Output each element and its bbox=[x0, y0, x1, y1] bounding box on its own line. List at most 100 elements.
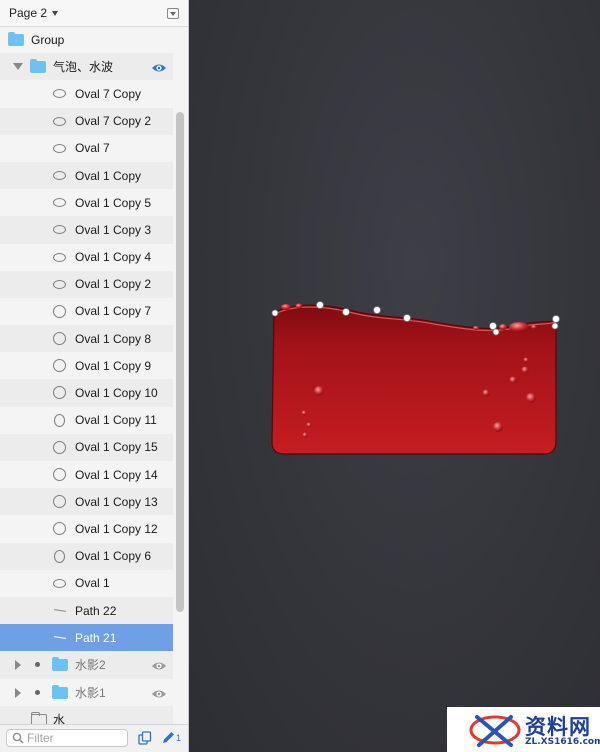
hidden-dot-icon bbox=[35, 689, 40, 695]
layer-row[interactable]: Oval 7 bbox=[0, 135, 173, 162]
layer-name: Oval 1 Copy 12 bbox=[75, 521, 158, 536]
layer-name: Oval 1 Copy 9 bbox=[75, 358, 152, 373]
layer-row[interactable]: Oval 7 Copy bbox=[0, 80, 173, 107]
layer-row[interactable]: 水影1 bbox=[0, 679, 173, 706]
layer-name: Oval 1 Copy 2 bbox=[75, 277, 152, 292]
layer-name: Oval 1 Copy bbox=[75, 168, 142, 183]
oval-icon bbox=[53, 386, 66, 400]
eye-icon[interactable] bbox=[151, 62, 167, 72]
layer-row[interactable]: Oval 1 Copy 11 bbox=[0, 407, 173, 434]
layer-row[interactable]: Group bbox=[0, 26, 173, 53]
page-header: Page 2 bbox=[0, 0, 188, 27]
page-selector-label: Page 2 bbox=[9, 6, 48, 20]
watermark: 资料网 ZL.XS1616.com bbox=[447, 707, 600, 752]
oval-icon bbox=[53, 468, 66, 481]
oval-icon bbox=[53, 143, 66, 153]
oval-icon bbox=[54, 413, 65, 427]
liquid-artwork[interactable] bbox=[189, 0, 600, 752]
collapse-pages-button[interactable] bbox=[167, 8, 179, 19]
layer-name: Oval 1 Copy 3 bbox=[75, 222, 152, 237]
oval-icon bbox=[53, 89, 66, 99]
layer-name: 水影1 bbox=[75, 685, 106, 700]
oval-icon bbox=[53, 170, 66, 180]
sidebar-footer: 1 bbox=[0, 724, 188, 752]
layer-row[interactable]: Oval 1 Copy 3 bbox=[0, 216, 173, 244]
xs-logo-icon bbox=[469, 715, 521, 747]
layer-row[interactable]: Oval 1 Copy 9 bbox=[0, 352, 173, 379]
eye-icon[interactable] bbox=[151, 660, 167, 670]
layer-row[interactable]: 水影2 bbox=[0, 651, 173, 679]
layer-row[interactable]: Path 22 bbox=[0, 596, 173, 625]
disclosure-closed-icon[interactable] bbox=[15, 687, 21, 698]
layer-name: Group bbox=[31, 32, 65, 47]
chevron-down-icon bbox=[52, 10, 59, 16]
pencil-icon[interactable] bbox=[160, 730, 176, 746]
layer-row[interactable]: 气泡、水波 bbox=[0, 53, 173, 81]
filter-input[interactable] bbox=[27, 731, 123, 745]
layer-name: Oval 7 Copy bbox=[75, 86, 142, 101]
page-selector[interactable]: Page 2 bbox=[9, 6, 59, 20]
filter-field[interactable] bbox=[6, 729, 128, 747]
layer-name: Oval 1 Copy 14 bbox=[75, 467, 158, 482]
oval-icon bbox=[53, 225, 66, 235]
layer-list: Group 气泡、水波 Oval 7 Copy Oval 7 Copy 2 Oval 7… bbox=[0, 26, 173, 733]
folder-icon bbox=[52, 684, 68, 699]
layer-row[interactable]: Path 21 bbox=[0, 624, 173, 652]
layer-list-scrollbar[interactable] bbox=[176, 112, 184, 612]
layer-name: Oval 1 bbox=[75, 576, 110, 591]
folder-icon bbox=[52, 657, 68, 672]
edit-count-badge: 1 bbox=[176, 733, 182, 743]
oval-icon bbox=[53, 332, 66, 346]
folder-icon bbox=[8, 32, 24, 46]
disclosure-closed-icon[interactable] bbox=[15, 660, 21, 671]
layer-row[interactable]: Oval 7 Copy 2 bbox=[0, 107, 173, 135]
layer-name: Oval 1 Copy 4 bbox=[75, 250, 152, 265]
layer-name: 水影2 bbox=[75, 658, 106, 673]
oval-icon bbox=[53, 252, 66, 262]
oval-icon bbox=[53, 522, 66, 536]
layer-name: Path 21 bbox=[75, 630, 117, 645]
layer-row[interactable]: Oval 1 Copy 7 bbox=[0, 298, 173, 325]
layer-row[interactable]: Oval 1 Copy 4 bbox=[0, 244, 173, 271]
layer-row[interactable]: Oval 1 Copy 2 bbox=[0, 270, 173, 298]
path-icon bbox=[53, 609, 67, 612]
oval-icon bbox=[53, 495, 66, 509]
layers-sidebar: Page 2 Group 气泡、水波 Oval 7 Copy Oval 7 Copy … bbox=[0, 0, 189, 752]
disclosure-open-icon[interactable] bbox=[13, 63, 23, 71]
layer-name: Oval 7 Copy 2 bbox=[75, 114, 152, 129]
layer-row[interactable]: Oval 1 Copy bbox=[0, 161, 173, 190]
layer-row[interactable]: Oval 1 Copy 14 bbox=[0, 461, 173, 488]
layer-name: Oval 1 Copy 5 bbox=[75, 195, 152, 210]
design-canvas[interactable] bbox=[189, 0, 600, 752]
layer-row[interactable]: Oval 1 Copy 13 bbox=[0, 488, 173, 516]
layer-name: 气泡、水波 bbox=[53, 60, 114, 75]
layer-row[interactable]: Oval 1 Copy 12 bbox=[0, 515, 173, 542]
layer-name: Oval 1 Copy 13 bbox=[75, 494, 158, 509]
layer-row[interactable]: Oval 1 bbox=[0, 570, 173, 597]
layer-name: Oval 7 bbox=[75, 141, 110, 156]
oval-icon bbox=[53, 440, 66, 454]
folder-icon bbox=[30, 59, 46, 74]
layer-row[interactable]: Oval 1 Copy 10 bbox=[0, 379, 173, 407]
oval-icon bbox=[53, 198, 66, 208]
layer-row[interactable]: Oval 1 Copy 8 bbox=[0, 325, 173, 353]
watermark-url: ZL.XS1616.com bbox=[525, 737, 600, 747]
oval-icon bbox=[53, 304, 66, 318]
oval-icon bbox=[53, 279, 66, 289]
layer-name: Oval 1 Copy 15 bbox=[75, 440, 158, 455]
search-icon bbox=[12, 732, 24, 744]
layer-name: Oval 1 Copy 10 bbox=[75, 386, 158, 401]
duplicate-icon[interactable] bbox=[138, 731, 152, 745]
layer-row[interactable]: Oval 1 Copy 5 bbox=[0, 189, 173, 216]
hidden-dot-icon bbox=[35, 662, 40, 668]
layer-name: Oval 1 Copy 6 bbox=[75, 549, 152, 564]
layer-row[interactable]: Oval 1 Copy 6 bbox=[0, 542, 173, 570]
layer-name: Oval 1 Copy 11 bbox=[75, 413, 157, 428]
layer-name: Path 22 bbox=[75, 603, 117, 618]
eye-icon[interactable] bbox=[151, 688, 167, 698]
oval-icon bbox=[53, 116, 66, 126]
path-icon bbox=[53, 636, 67, 639]
oval-icon bbox=[54, 549, 65, 563]
layer-row[interactable]: Oval 1 Copy 15 bbox=[0, 433, 173, 461]
layer-name: Oval 1 Copy 7 bbox=[75, 304, 152, 319]
